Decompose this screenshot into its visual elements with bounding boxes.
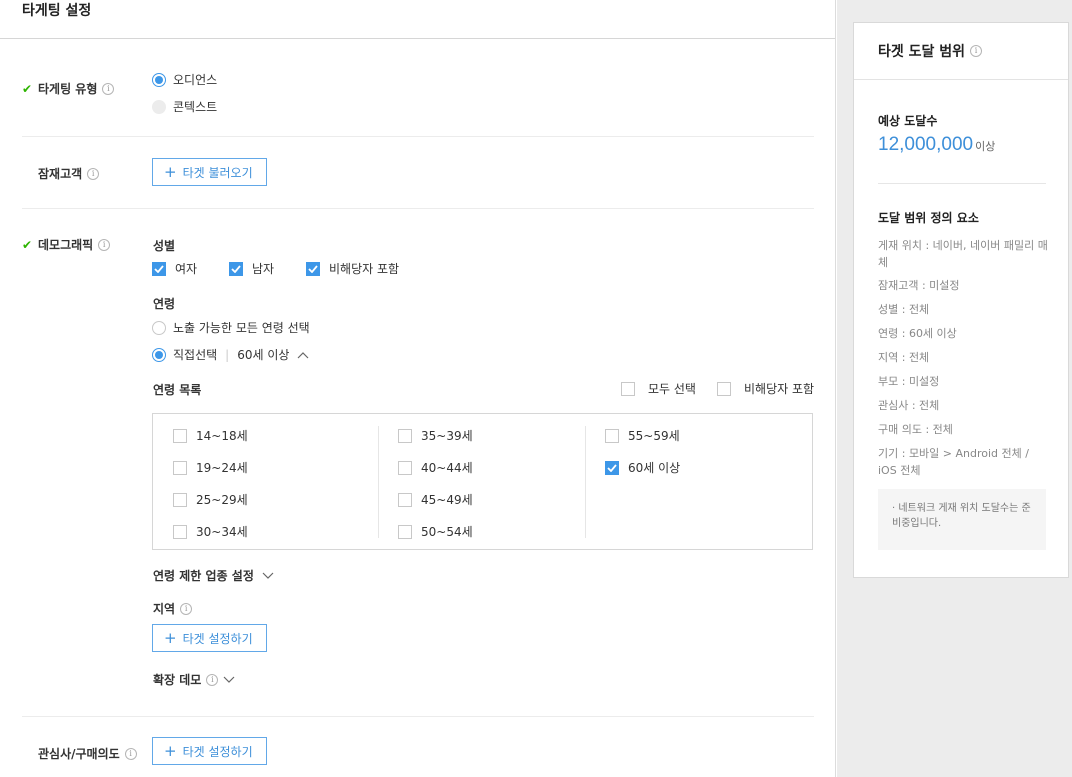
info-icon[interactable]: i — [970, 45, 983, 57]
radio-dot-selected[interactable] — [152, 347, 166, 362]
checkbox[interactable] — [605, 428, 619, 443]
factor-item: 게재 위치 : 네이버, 네이버 패밀리 매체 — [878, 239, 1048, 269]
checkbox-age-25-29[interactable]: 25~29세 — [173, 491, 248, 508]
radio-context: 콘텍스트 — [152, 98, 217, 115]
radio-dot-selected[interactable] — [152, 72, 166, 87]
checkbox-age-45-49[interactable]: 45~49세 — [398, 491, 473, 508]
gender-label: 성별 — [153, 239, 176, 253]
divider — [22, 716, 814, 717]
info-icon[interactable]: i — [87, 167, 100, 180]
check-icon: ✔ — [22, 237, 33, 252]
checkbox-checked[interactable] — [229, 261, 243, 276]
factor-item: 성별 : 전체 — [878, 303, 930, 316]
plus-icon: + — [164, 741, 177, 760]
info-icon[interactable]: i — [102, 82, 115, 95]
plus-icon: + — [164, 628, 177, 647]
targeting-settings-panel: 타게팅 설정 ✔ 타게팅 유형 i 오디언스 콘텍스트 잠재고객 i + 타겟 … — [0, 0, 836, 777]
checkbox-age-60-plus[interactable]: 60세 이상 — [605, 459, 680, 476]
checkbox-checked[interactable] — [152, 261, 166, 276]
interest-label: 관심사/구매의도 i — [38, 745, 137, 762]
checkbox-age-40-44[interactable]: 40~44세 — [398, 459, 473, 476]
demographic-label: ✔ 데모그래픽 i — [22, 236, 111, 253]
column-divider — [378, 426, 379, 538]
reach-value: 12,000,000 이상 — [878, 134, 996, 155]
checkbox-age-14-18[interactable]: 14~18세 — [173, 427, 248, 444]
radio-dot-disabled — [152, 99, 166, 114]
divider — [22, 136, 814, 137]
factor-item: 관심사 : 전체 — [878, 399, 940, 412]
chevron-down-icon[interactable] — [223, 676, 235, 684]
checkbox[interactable] — [398, 460, 412, 475]
checkbox[interactable] — [173, 460, 187, 475]
checkbox-checked[interactable] — [605, 460, 619, 475]
checkbox[interactable] — [398, 524, 412, 539]
radio-age-all[interactable]: 노출 가능한 모든 연령 선택 — [152, 319, 310, 336]
reach-card: 타겟 도달 범위 i 예상 도달수 12,000,000 이상 도달 범위 정의… — [853, 22, 1069, 578]
checkbox[interactable] — [173, 492, 187, 507]
checkbox-age-55-59[interactable]: 55~59세 — [605, 427, 680, 444]
plus-icon: + — [164, 162, 177, 181]
age-limit-toggle[interactable]: 연령 제한 업종 설정 — [153, 567, 274, 584]
age-list-panel: 14~18세 19~24세 25~29세 30~34세 35~39세 40~44… — [152, 413, 813, 550]
checkbox[interactable] — [173, 524, 187, 539]
load-target-button[interactable]: + 타겟 불러오기 — [152, 158, 267, 186]
factor-item: 잠재고객 : 미설정 — [878, 279, 960, 292]
checkbox-male[interactable]: 남자 — [229, 260, 274, 277]
panel-header: 타게팅 설정 — [0, 0, 835, 39]
checkbox-age-30-34[interactable]: 30~34세 — [173, 523, 248, 540]
checkbox-age-19-24[interactable]: 19~24세 — [173, 459, 248, 476]
radio-audience[interactable]: 오디언스 — [152, 71, 217, 88]
factor-item: 기기 : 모바일 > Android 전체 / iOS 전체 — [878, 447, 1029, 477]
info-icon[interactable]: i — [98, 238, 111, 251]
check-icon: ✔ — [22, 81, 33, 96]
chevron-down-icon[interactable] — [262, 572, 274, 580]
radio-age-direct[interactable]: 직접선택 | 60세 이상 — [152, 346, 309, 363]
region-label: 지역 i — [153, 600, 193, 617]
region-target-button[interactable]: + 타겟 설정하기 — [152, 624, 267, 652]
interest-target-button[interactable]: + 타겟 설정하기 — [152, 737, 267, 765]
checkbox-age-na[interactable]: 비해당자 포함 — [717, 380, 814, 397]
checkbox[interactable] — [717, 381, 731, 396]
factor-item: 구매 의도 : 전체 — [878, 423, 953, 436]
reach-note: · 네트워크 게재 위치 도달수는 준비중입니다. — [878, 489, 1046, 550]
checkbox-select-all[interactable]: 모두 선택 — [621, 380, 696, 397]
factors-title: 도달 범위 정의 요소 — [878, 211, 979, 225]
factor-item: 부모 : 미설정 — [878, 375, 940, 388]
checkbox-female[interactable]: 여자 — [152, 260, 197, 277]
factor-item: 연령 : 60세 이상 — [878, 327, 957, 340]
chevron-up-icon[interactable] — [297, 351, 309, 359]
checkbox[interactable] — [398, 428, 412, 443]
divider — [22, 208, 814, 209]
checkbox-gender-na[interactable]: 비해당자 포함 — [306, 260, 399, 277]
reach-card-header: 타겟 도달 범위 i — [854, 23, 1068, 80]
potential-customer-label: 잠재고객 i — [38, 165, 100, 182]
checkbox-checked[interactable] — [306, 261, 320, 276]
radio-dot[interactable] — [152, 320, 166, 335]
separator: | — [225, 347, 230, 362]
checkbox-age-35-39[interactable]: 35~39세 — [398, 427, 473, 444]
checkbox[interactable] — [621, 381, 635, 396]
checkbox[interactable] — [398, 492, 412, 507]
checkbox[interactable] — [173, 428, 187, 443]
extended-demo-toggle[interactable]: 확장 데모 i — [153, 671, 235, 688]
targeting-type-label: ✔ 타게팅 유형 i — [22, 80, 115, 97]
info-icon[interactable]: i — [124, 747, 137, 760]
info-icon[interactable]: i — [206, 673, 219, 686]
info-icon[interactable]: i — [180, 602, 193, 615]
age-label: 연령 — [153, 297, 176, 311]
age-list-label: 연령 목록 — [153, 383, 202, 397]
reach-label: 예상 도달수 — [878, 114, 938, 128]
divider — [878, 183, 1046, 184]
checkbox-age-50-54[interactable]: 50~54세 — [398, 523, 473, 540]
factor-item: 지역 : 전체 — [878, 351, 930, 364]
page-title: 타게팅 설정 — [22, 3, 92, 19]
column-divider — [585, 426, 586, 538]
